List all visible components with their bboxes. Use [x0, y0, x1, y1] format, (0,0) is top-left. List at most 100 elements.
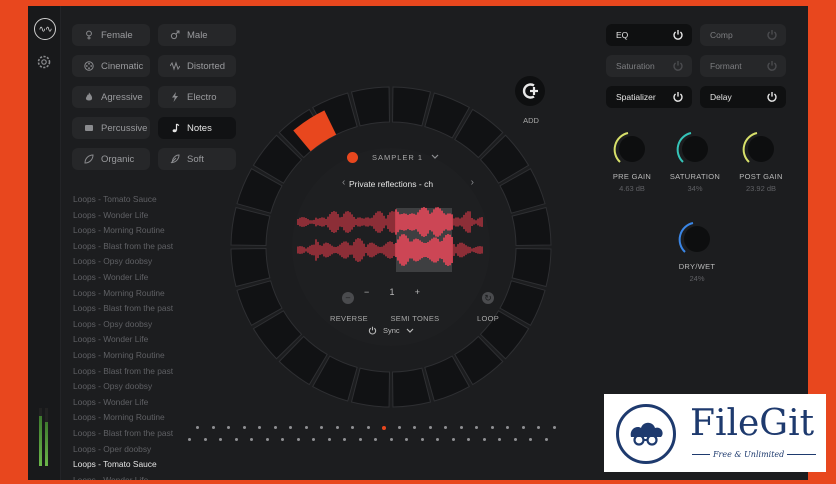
- step-dot[interactable]: [436, 438, 439, 441]
- step-dot[interactable]: [420, 438, 424, 441]
- step-dot[interactable]: [335, 426, 339, 429]
- step-dot[interactable]: [203, 438, 207, 441]
- step-dot[interactable]: [366, 426, 370, 429]
- power-icon[interactable]: [672, 91, 684, 103]
- fx-saturation-button[interactable]: Saturation: [606, 55, 692, 77]
- ring-segment[interactable]: [230, 248, 271, 288]
- reverse-button[interactable]: –: [342, 292, 354, 304]
- loop-item[interactable]: Loops - Blast from the past: [73, 426, 233, 442]
- step-dot[interactable]: [358, 438, 362, 441]
- knob-dry-wet[interactable]: [676, 218, 718, 260]
- step-dot[interactable]: [327, 438, 331, 441]
- step-dot[interactable]: [389, 438, 393, 441]
- fx-delay-button[interactable]: Delay: [700, 86, 786, 108]
- step-dot[interactable]: [506, 426, 509, 429]
- step-dot[interactable]: [304, 426, 308, 429]
- tag-percussive[interactable]: Percussive: [72, 117, 150, 139]
- step-dot[interactable]: [428, 426, 432, 429]
- minus-button[interactable]: −: [364, 287, 369, 297]
- step-dot[interactable]: [552, 426, 556, 429]
- loop-item[interactable]: Loops - Opsy doobsy: [73, 379, 233, 395]
- knob-post-gain[interactable]: [740, 128, 782, 170]
- step-dot[interactable]: [234, 438, 238, 441]
- tag-cinematic[interactable]: Cinematic: [72, 55, 150, 77]
- step-dot[interactable]: [351, 426, 354, 429]
- loop-item[interactable]: Loops - Oper doobsy: [73, 442, 233, 458]
- loop-item[interactable]: Loops - Opsy doobsy: [73, 254, 233, 270]
- step-dot[interactable]: [219, 438, 222, 441]
- tag-agressive[interactable]: Agressive: [72, 86, 150, 108]
- loop-toggle-icon[interactable]: ↻: [482, 292, 494, 304]
- tag-male[interactable]: Male: [158, 24, 236, 46]
- loop-item[interactable]: Loops - Tomato Sauce: [73, 457, 233, 473]
- add-button[interactable]: [515, 76, 545, 106]
- step-dot[interactable]: [296, 438, 300, 441]
- step-dot[interactable]: [265, 438, 269, 441]
- step-dot[interactable]: [312, 438, 315, 441]
- step-dot[interactable]: [475, 426, 478, 429]
- step-dot[interactable]: [405, 438, 408, 441]
- power-icon[interactable]: [672, 29, 684, 41]
- tag-electro[interactable]: Electro: [158, 86, 236, 108]
- step-dot[interactable]: [289, 426, 292, 429]
- ring-segment[interactable]: [511, 248, 552, 288]
- power-icon[interactable]: [766, 91, 778, 103]
- step-dot[interactable]: [482, 438, 486, 441]
- loop-item[interactable]: Loops - Morning Routine: [73, 223, 233, 239]
- step-dot[interactable]: [211, 426, 215, 429]
- tag-organic[interactable]: Organic: [72, 148, 150, 170]
- loop-item[interactable]: Loops - Morning Routine: [73, 286, 233, 302]
- tag-notes[interactable]: Notes: [158, 117, 236, 139]
- fx-formant-button[interactable]: Formant: [700, 55, 786, 77]
- step-dot[interactable]: [513, 438, 517, 441]
- step-dot[interactable]: [498, 438, 501, 441]
- loop-item[interactable]: Loops - Wonder Life: [73, 270, 233, 286]
- step-dot[interactable]: [273, 426, 277, 429]
- step-dot[interactable]: [320, 426, 323, 429]
- step-dot[interactable]: [537, 426, 540, 429]
- ring-segment[interactable]: [230, 206, 271, 246]
- step-dot[interactable]: [444, 426, 447, 429]
- step-dot[interactable]: [343, 438, 346, 441]
- waveform-display[interactable]: [296, 200, 486, 274]
- loop-item[interactable]: Loops - Blast from the past: [73, 239, 233, 255]
- loop-item[interactable]: Loops - Morning Routine: [73, 348, 233, 364]
- loop-item[interactable]: Loops - Tomato Sauce: [73, 192, 233, 208]
- power-icon[interactable]: [766, 60, 778, 72]
- plus-button[interactable]: +: [415, 287, 420, 297]
- step-dot[interactable]: [397, 426, 401, 429]
- step-dot[interactable]: [459, 426, 463, 429]
- knob-saturation[interactable]: [674, 128, 716, 170]
- step-dot[interactable]: [374, 438, 377, 441]
- step-dot[interactable]: [196, 426, 199, 429]
- chevron-right-icon[interactable]: ›: [471, 177, 474, 188]
- step-dot[interactable]: [258, 426, 261, 429]
- loop-item[interactable]: Loops - Wonder Life: [73, 395, 233, 411]
- knob-pre-gain[interactable]: [611, 128, 653, 170]
- loop-item[interactable]: Loops - Morning Routine: [73, 410, 233, 426]
- tag-female[interactable]: Female: [72, 24, 150, 46]
- sync-selector[interactable]: Sync: [368, 326, 414, 335]
- record-indicator[interactable]: [347, 151, 358, 163]
- loop-item[interactable]: Loops - Wonder Life: [73, 473, 233, 480]
- loop-item[interactable]: Loops - Wonder Life: [73, 332, 233, 348]
- step-dot[interactable]: [242, 426, 246, 429]
- tag-soft[interactable]: Soft: [158, 148, 236, 170]
- step-dot[interactable]: [281, 438, 284, 441]
- ring-segment[interactable]: [511, 206, 552, 246]
- step-dot[interactable]: [467, 438, 470, 441]
- fx-eq-button[interactable]: EQ: [606, 24, 692, 46]
- power-icon[interactable]: [766, 29, 778, 41]
- loop-item[interactable]: Loops - Wonder Life: [73, 208, 233, 224]
- sampler-selector[interactable]: SAMPLER 1: [347, 150, 439, 164]
- ring-segment[interactable]: [392, 86, 432, 127]
- ring-segment[interactable]: [350, 367, 390, 408]
- ring-segment[interactable]: [392, 367, 432, 408]
- gear-icon[interactable]: [36, 54, 52, 70]
- tag-distorted[interactable]: Distorted: [158, 55, 236, 77]
- step-dot[interactable]: [413, 426, 416, 429]
- power-icon[interactable]: [672, 60, 684, 72]
- step-dot[interactable]: [529, 438, 532, 441]
- step-dot[interactable]: [188, 438, 191, 441]
- step-dot[interactable]: [250, 438, 253, 441]
